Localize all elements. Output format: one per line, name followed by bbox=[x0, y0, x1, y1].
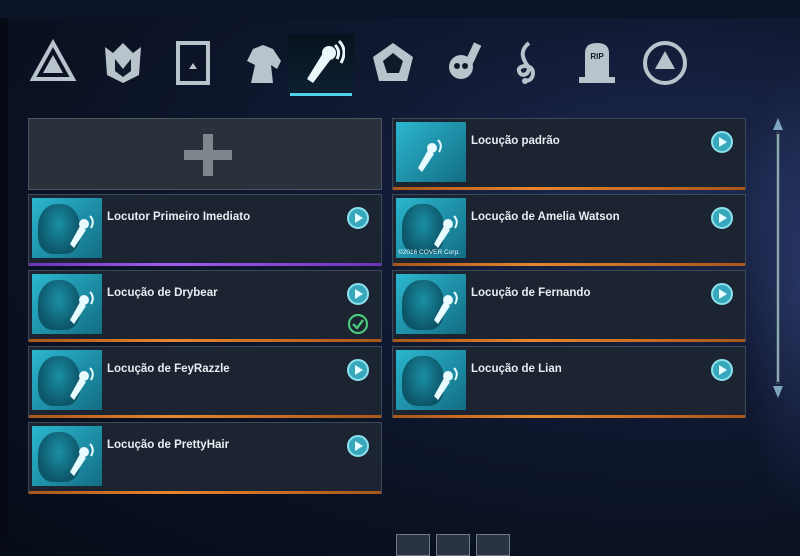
rarity-bar bbox=[29, 263, 381, 266]
rank-emblem-icon[interactable] bbox=[396, 534, 430, 556]
play-preview-button[interactable] bbox=[711, 207, 733, 229]
mic-icon bbox=[70, 215, 94, 248]
announcer-card[interactable]: Locução de PrettyHair bbox=[28, 422, 382, 494]
scroll-thumb[interactable] bbox=[777, 134, 779, 382]
mic-icon bbox=[434, 291, 458, 324]
play-preview-button[interactable] bbox=[711, 359, 733, 381]
skull-icon[interactable] bbox=[430, 34, 496, 92]
tombstone-icon[interactable]: RIP bbox=[564, 34, 630, 92]
play-preview-button[interactable] bbox=[347, 207, 369, 229]
plus-icon bbox=[184, 134, 232, 176]
rarity-bar bbox=[29, 415, 381, 418]
rank-emblem-icon[interactable] bbox=[436, 534, 470, 556]
announcer-thumbnail bbox=[32, 274, 102, 334]
card-icon[interactable] bbox=[160, 34, 226, 92]
rarity-bar bbox=[393, 339, 745, 342]
frame-icon[interactable] bbox=[360, 34, 426, 92]
play-preview-button[interactable] bbox=[347, 283, 369, 305]
announcer-thumbnail bbox=[32, 350, 102, 410]
play-preview-button[interactable] bbox=[347, 359, 369, 381]
scroll-up-icon[interactable] bbox=[773, 118, 783, 130]
announcer-card[interactable]: Locução de Lian bbox=[392, 346, 746, 418]
announcer-card[interactable]: Locutor Primeiro Imediato bbox=[28, 194, 382, 266]
music-clef-icon[interactable] bbox=[494, 34, 560, 92]
announcer-title: Locução padrão bbox=[471, 135, 560, 147]
mic-icon bbox=[418, 139, 442, 172]
announcer-title: Locução de PrettyHair bbox=[107, 439, 230, 451]
mic-icon bbox=[70, 443, 94, 476]
announcer-title: Locução de FeyRazzle bbox=[107, 363, 230, 375]
left-edge bbox=[0, 18, 8, 538]
announcer-card[interactable]: Locução padrão bbox=[392, 118, 746, 190]
announcer-title: Locução de Lian bbox=[471, 363, 562, 375]
equipped-check-icon bbox=[347, 313, 369, 335]
rarity-bar bbox=[393, 187, 745, 190]
announcer-thumbnail bbox=[396, 122, 466, 182]
announcer-thumbnail bbox=[396, 274, 466, 334]
background-glow bbox=[740, 60, 800, 520]
rarity-bar bbox=[29, 491, 381, 494]
rarity-bar bbox=[393, 263, 745, 266]
announcer-thumbnail bbox=[396, 350, 466, 410]
mic-icon bbox=[70, 367, 94, 400]
category-bar: RIP bbox=[20, 34, 700, 96]
horse-icon[interactable] bbox=[230, 34, 296, 92]
announcer-thumbnail bbox=[32, 426, 102, 486]
play-preview-button[interactable] bbox=[347, 435, 369, 457]
bottom-icon-bar bbox=[396, 534, 516, 556]
play-preview-button[interactable] bbox=[711, 131, 733, 153]
mic-icon bbox=[434, 215, 458, 248]
announcer-title: Locução de Fernando bbox=[471, 287, 591, 299]
rarity-bar bbox=[29, 339, 381, 342]
announcer-card[interactable]: ©2016 COVER Corp. Locução de Amelia Wats… bbox=[392, 194, 746, 266]
scrollbar[interactable] bbox=[773, 118, 783, 398]
announcer-title: Locutor Primeiro Imediato bbox=[107, 211, 251, 223]
mic-icon bbox=[70, 291, 94, 324]
copyright-text: ©2016 COVER Corp. bbox=[398, 249, 460, 256]
announcer-title: Locução de Drybear bbox=[107, 287, 218, 299]
paw-icon[interactable] bbox=[476, 534, 510, 556]
emblem-icon[interactable] bbox=[20, 34, 86, 92]
ring-emblem-icon[interactable] bbox=[632, 34, 698, 92]
scroll-down-icon[interactable] bbox=[773, 386, 783, 398]
mic-icon bbox=[434, 367, 458, 400]
announcer-mic-icon[interactable] bbox=[288, 34, 354, 96]
top-strip bbox=[0, 0, 800, 18]
crown-shield-icon[interactable] bbox=[90, 34, 156, 92]
play-preview-button[interactable] bbox=[711, 283, 733, 305]
announcer-title: Locução de Amelia Watson bbox=[471, 211, 620, 223]
tombstone-label: RIP bbox=[590, 52, 604, 61]
announcer-thumbnail: ©2016 COVER Corp. bbox=[396, 198, 466, 258]
announcer-card[interactable]: Locução de FeyRazzle bbox=[28, 346, 382, 418]
announcer-thumbnail bbox=[32, 198, 102, 258]
announcer-card[interactable]: Locução de Fernando bbox=[392, 270, 746, 342]
announcer-card[interactable]: Locução de Drybear bbox=[28, 270, 382, 342]
add-announcer-button[interactable] bbox=[28, 118, 382, 190]
rarity-bar bbox=[393, 415, 745, 418]
